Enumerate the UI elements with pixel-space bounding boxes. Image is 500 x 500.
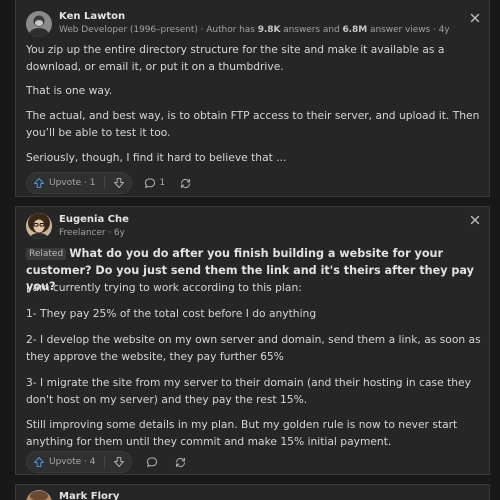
share-arrows-icon	[175, 457, 185, 467]
author-name[interactable]: Mark Flory	[59, 491, 119, 500]
comment-bubble-icon	[146, 457, 157, 468]
views-count: 6.8M	[342, 25, 368, 35]
answer-paragraph: Still improving some details in my plan.…	[26, 418, 458, 448]
answer-card: Eugenia Che Freelancer · 6y Related What …	[15, 206, 490, 475]
answer-paragraph: You zip up the entire directory structur…	[26, 43, 445, 73]
avatar[interactable]	[26, 213, 52, 239]
upvote-button[interactable]: Upvote · 1	[33, 177, 105, 189]
answer-paragraph: 1- They pay 25% of the total cost before…	[26, 307, 317, 320]
vote-pill: Upvote · 1	[26, 172, 132, 194]
arrow-up-icon	[33, 177, 45, 189]
answer-paragraph: 2- I develop the website on my own serve…	[26, 333, 481, 363]
avatar[interactable]	[26, 11, 52, 37]
comment-button[interactable]: 1	[144, 177, 166, 189]
arrow-up-icon	[33, 456, 45, 468]
comment-button[interactable]	[146, 456, 158, 468]
answer-feed: Ken Lawton Web Developer (1996–present) …	[0, 0, 500, 500]
views-label: answer views · 4y	[367, 25, 450, 35]
share-button[interactable]	[174, 456, 187, 469]
upvote-label: Upvote · 4	[49, 457, 96, 467]
close-icon[interactable]	[468, 213, 482, 227]
answers-count: 9.8K	[257, 25, 281, 35]
credential-text: Web Developer (1996–present) · Author ha…	[59, 25, 258, 35]
vote-pill: Upvote · 4	[26, 451, 132, 473]
answer-paragraph: The actual, and best way, is to obtain F…	[26, 109, 480, 139]
share-button[interactable]	[179, 177, 192, 190]
author-name[interactable]: Eugenia Che	[59, 214, 129, 225]
downvote-button[interactable]	[105, 177, 125, 189]
answer-paragraph: That is one way.	[26, 84, 113, 97]
upvote-button[interactable]: Upvote · 4	[33, 456, 105, 468]
downvote-button[interactable]	[105, 456, 125, 468]
arrow-down-icon	[113, 177, 124, 189]
answers-label: answers and	[280, 25, 343, 35]
upvote-label: Upvote · 1	[49, 178, 96, 188]
close-icon[interactable]	[468, 11, 482, 25]
share-arrows-icon	[181, 178, 191, 188]
author-name[interactable]: Ken Lawton	[59, 11, 125, 22]
action-bar: Upvote · 1 1	[26, 171, 192, 195]
avatar[interactable]	[26, 490, 52, 500]
answer-card: Ken Lawton Web Developer (1996–present) …	[15, 0, 490, 197]
answer-card: Mark Flory	[15, 484, 490, 500]
answer-paragraph: I am currently trying to work according …	[26, 281, 302, 294]
comment-count: 1	[159, 178, 166, 188]
action-bar: Upvote · 4	[26, 450, 187, 474]
arrow-down-icon	[113, 456, 124, 468]
author-credential: Freelancer · 6y	[59, 228, 125, 238]
answer-paragraph: 3- I migrate the site from my server to …	[26, 376, 471, 406]
answer-paragraph: Seriously, though, I find it hard to bel…	[26, 151, 287, 164]
related-badge: Related	[26, 248, 67, 260]
comment-bubble-icon	[144, 178, 155, 189]
author-credential: Web Developer (1996–present) · Author ha…	[59, 25, 450, 35]
